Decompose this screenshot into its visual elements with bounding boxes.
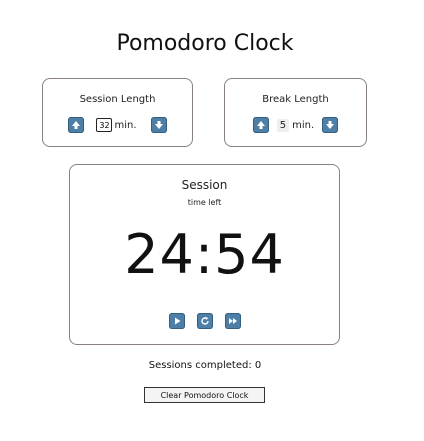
session-length-input[interactable] <box>96 118 113 132</box>
play-icon <box>174 317 180 325</box>
reset-button[interactable] <box>196 313 213 329</box>
clear-pomodoro-button[interactable]: Clear Pomodoro Clock <box>144 387 265 403</box>
break-length-value: 5 <box>276 118 290 132</box>
session-increase-button[interactable] <box>68 117 85 133</box>
session-decrease-button[interactable] <box>150 117 167 133</box>
arrow-down-icon <box>326 121 335 129</box>
sessions-completed: Sessions completed: 0 <box>148 360 262 371</box>
skip-icon <box>228 318 237 324</box>
timer-subtitle: time left <box>187 198 222 207</box>
break-increase-button[interactable] <box>252 117 269 133</box>
session-length-panel: Session Length min. <box>42 78 193 147</box>
break-length-unit: min. <box>292 119 315 131</box>
session-length-unit: min. <box>114 119 137 131</box>
play-button[interactable] <box>168 313 185 329</box>
arrow-down-icon <box>154 121 163 129</box>
timer-display: 24:54 <box>124 223 285 286</box>
break-length-label: Break Length <box>262 94 329 105</box>
break-decrease-button[interactable] <box>322 117 339 133</box>
arrow-up-icon <box>72 121 81 129</box>
session-length-label: Session Length <box>79 94 156 105</box>
timer-mode-label: Session <box>181 178 228 192</box>
skip-button[interactable] <box>224 313 241 329</box>
reset-icon <box>200 316 209 325</box>
arrow-up-icon <box>256 121 265 129</box>
timer-panel: Session time left 24:54 <box>69 164 340 345</box>
app-title: Pomodoro Clock <box>116 31 294 56</box>
break-length-panel: Break Length 5 min. <box>224 78 367 147</box>
